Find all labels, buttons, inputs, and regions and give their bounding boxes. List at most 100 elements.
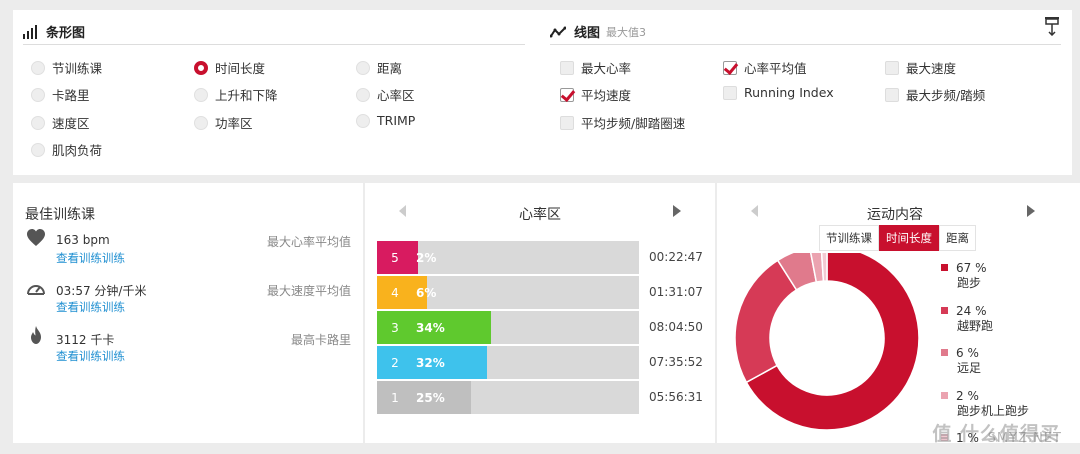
radio-button[interactable]: [194, 115, 208, 130]
next-arrow-icon[interactable]: [673, 205, 681, 217]
hr-zone-number: 3: [377, 311, 413, 344]
checkbox[interactable]: [560, 115, 574, 130]
sport-content-title: 运动内容: [867, 207, 923, 223]
prev-arrow-icon[interactable]: [751, 205, 758, 217]
checkbox[interactable]: [560, 60, 574, 75]
hr-zone-bar: 1 25%: [377, 381, 639, 414]
best-speed-label: 最大速度平均值: [266, 284, 351, 298]
radio-button[interactable]: [31, 87, 45, 102]
legend-percent: 24 %: [956, 304, 987, 318]
donut-slice: [734, 259, 798, 384]
checkbox-checked[interactable]: [723, 60, 737, 75]
view-session-link[interactable]: 查看训练训练: [56, 299, 125, 315]
hr-zone-time: 08:04:50: [649, 320, 703, 334]
legend-label: 跑步: [957, 276, 982, 290]
line-chart-header: 线图 最大值3: [550, 22, 646, 41]
checkbox[interactable]: [885, 60, 899, 75]
hr-zone-bar: 2 32%: [377, 346, 639, 379]
next-arrow-icon[interactable]: [1027, 205, 1035, 217]
legend-percent: 6 %: [956, 346, 979, 360]
legend-label: 越野跑: [957, 319, 994, 333]
radio-button[interactable]: [31, 142, 45, 157]
hr-zone-time: 07:35:52: [649, 355, 703, 369]
legend-item: 24 % 越野跑: [941, 304, 993, 334]
legend-swatch: [941, 349, 948, 356]
option-max-hr[interactable]: 最大心率: [560, 58, 631, 77]
line-chart-subtitle: 最大值3: [606, 25, 647, 39]
radio-button[interactable]: [356, 60, 370, 75]
checkbox-checked[interactable]: [560, 87, 574, 102]
legend-label: 远足: [957, 361, 982, 375]
option-hr-zones[interactable]: 心率区: [356, 85, 415, 104]
legend-swatch: [941, 392, 948, 399]
best-sessions-title: 最佳训练课: [25, 207, 95, 223]
best-hr-label: 最大心率平均值: [266, 235, 351, 249]
speedometer-icon: [27, 285, 45, 295]
hr-zone-percent: 25%: [416, 390, 445, 405]
option-max-cadence[interactable]: 最大步频/踏频: [885, 85, 985, 104]
hr-zones-title: 心率区: [519, 207, 561, 223]
hr-zone-percent: 32%: [416, 355, 445, 370]
divider: [550, 44, 1061, 45]
checkbox[interactable]: [885, 87, 899, 102]
option-distance[interactable]: 距离: [356, 58, 402, 77]
hr-zone-bar: 5 2%: [377, 241, 639, 274]
best-hr-value: 163 bpm: [56, 233, 110, 247]
option-running-index[interactable]: Running Index: [723, 85, 834, 100]
option-avg-speed[interactable]: 平均速度: [560, 85, 631, 104]
option-avg-cadence[interactable]: 平均步频/脚踏圈速: [560, 113, 685, 132]
legend-swatch: [941, 264, 948, 271]
radio-button[interactable]: [356, 113, 370, 128]
view-session-link[interactable]: 查看训练训练: [56, 250, 125, 266]
sport-donut-chart: [734, 253, 920, 431]
option-sessions[interactable]: 节训练课: [31, 58, 102, 77]
hr-zone-time: 00:22:47: [649, 250, 703, 264]
checkbox[interactable]: [723, 85, 737, 100]
bar-chart-header: 条形图: [23, 22, 85, 41]
option-avg-hr[interactable]: 心率平均值: [723, 58, 807, 77]
hr-zone-percent: 6%: [416, 285, 437, 300]
legend-item: 2 % 跑步机上跑步: [941, 389, 1029, 419]
radio-button[interactable]: [194, 87, 208, 102]
option-power-zones[interactable]: 功率区: [194, 113, 253, 132]
option-trimp[interactable]: TRIMP: [356, 113, 415, 128]
legend-label: 跑步机上跑步: [957, 404, 1030, 418]
view-session-link[interactable]: 查看训练训练: [56, 348, 125, 364]
chart-options-panel: 条形图 线图 最大值3 节训练课 时间长度 距离 卡路里 上升和下降 心率区 速…: [13, 10, 1072, 175]
option-max-speed[interactable]: 最大速度: [885, 58, 956, 77]
hr-zone-number: 2: [377, 346, 413, 379]
best-calories-label: 最高卡路里: [290, 333, 351, 347]
radio-button[interactable]: [31, 115, 45, 130]
best-sessions-panel: 最佳训练课 163 bpm 查看训练训练 最大心率平均值 03:57 分钟/千米…: [13, 183, 363, 443]
hr-zone-time: 05:56:31: [649, 390, 703, 404]
hr-zones-panel: 心率区 5 2% 00:22:47 4 6% 01:31:07 3 34% 08:04:50 2 3…: [365, 183, 715, 443]
legend-percent: 67 %: [956, 261, 987, 275]
hr-zone-number: 1: [377, 381, 413, 414]
legend-item: 6 % 远足: [941, 346, 981, 376]
best-speed-value: 03:57 分钟/千米: [56, 284, 147, 298]
flame-icon: [31, 326, 41, 344]
radio-button[interactable]: [31, 60, 45, 75]
option-ascent-descent[interactable]: 上升和下降: [194, 85, 278, 104]
option-calories[interactable]: 卡路里: [31, 85, 90, 104]
option-muscle-load[interactable]: 肌肉负荷: [31, 140, 102, 159]
watermark-url: SMYZ.NET: [987, 431, 1062, 446]
best-calories-value: 3112 千卡: [56, 333, 115, 347]
legend-swatch: [941, 307, 948, 314]
bar-chart-title: 条形图: [46, 26, 86, 41]
content-tabs: 节训练课 时间长度 距离: [819, 225, 976, 251]
tab-duration[interactable]: 时间长度: [879, 225, 939, 251]
option-duration[interactable]: 时间长度: [194, 58, 265, 77]
radio-button-selected[interactable]: [194, 60, 208, 75]
tab-distance[interactable]: 距离: [939, 225, 976, 251]
radio-button[interactable]: [356, 87, 370, 102]
legend-percent: 2 %: [956, 389, 979, 403]
collapse-icon[interactable]: [1045, 16, 1059, 36]
sport-content-panel: 运动内容 节训练课 时间长度 距离 67 % 跑步 24 % 越野跑 6 % 远足 2 % 跑…: [717, 183, 1080, 445]
hr-zone-number: 5: [377, 241, 413, 274]
tab-sessions[interactable]: 节训练课: [819, 225, 879, 251]
option-speed-zones[interactable]: 速度区: [31, 113, 90, 132]
hr-zone-time: 01:31:07: [649, 285, 703, 299]
line-chart-icon: [550, 26, 566, 37]
legend-item: 67 % 跑步: [941, 261, 987, 291]
